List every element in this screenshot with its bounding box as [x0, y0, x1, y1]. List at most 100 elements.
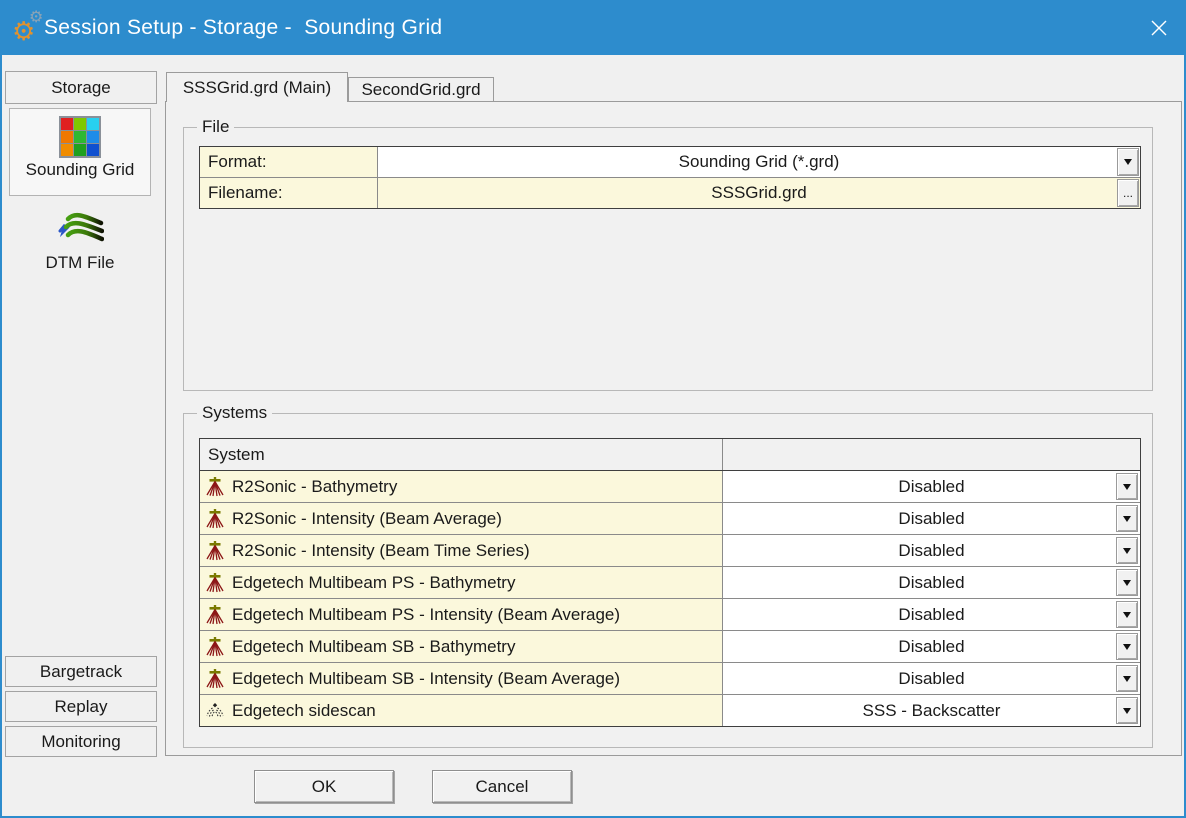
- filename-field[interactable]: SSSGrid.grd ...: [378, 178, 1140, 208]
- storage-section-label: Storage: [51, 78, 111, 98]
- system-name: Edgetech Multibeam SB - Intensity (Beam …: [232, 669, 620, 689]
- table-row: R2Sonic - Intensity (Beam Time Series) D…: [200, 534, 1140, 566]
- format-value: Sounding Grid (*.grd): [679, 152, 840, 172]
- window-title: Session Setup - Storage - Sounding Grid: [44, 0, 442, 55]
- chevron-down-icon: [1123, 516, 1131, 522]
- tab-secondgrid[interactable]: SecondGrid.grd: [348, 77, 494, 102]
- chevron-down-icon: [1123, 612, 1131, 618]
- system-mode-value: Disabled: [898, 573, 964, 593]
- monitoring-label: Monitoring: [41, 732, 120, 752]
- chevron-down-icon: [1123, 708, 1131, 714]
- multibeam-icon: [205, 604, 225, 625]
- table-row: R2Sonic - Intensity (Beam Average) Disab…: [200, 502, 1140, 534]
- format-select[interactable]: Sounding Grid (*.grd): [378, 147, 1140, 177]
- system-mode-select[interactable]: Disabled: [723, 631, 1140, 662]
- multibeam-icon: [205, 572, 225, 593]
- tab-label: SSSGrid.grd (Main): [183, 78, 331, 98]
- close-button[interactable]: [1144, 13, 1174, 43]
- file-table: Format: Sounding Grid (*.grd) Filename: …: [199, 146, 1141, 209]
- filename-value: SSSGrid.grd: [711, 183, 806, 203]
- filename-label: Filename:: [200, 178, 378, 208]
- dropdown-button[interactable]: [1116, 569, 1138, 596]
- sidebar-item-label: DTM File: [9, 253, 151, 273]
- chevron-down-icon: [1123, 676, 1131, 682]
- sounding-grid-icon: [59, 116, 101, 158]
- sidebar-button-monitoring[interactable]: Monitoring: [5, 726, 157, 757]
- system-cell: R2Sonic - Intensity (Beam Time Series): [200, 535, 723, 566]
- dropdown-button[interactable]: [1116, 537, 1138, 564]
- system-column-header: System: [200, 439, 723, 470]
- system-cell: Edgetech Multibeam SB - Intensity (Beam …: [200, 663, 723, 694]
- multibeam-icon: [205, 540, 225, 561]
- file-group-title: File: [197, 117, 234, 137]
- system-cell: Edgetech Multibeam SB - Bathymetry: [200, 631, 723, 662]
- table-row: Edgetech Multibeam SB - Intensity (Beam …: [200, 662, 1140, 694]
- filename-row: Filename: SSSGrid.grd ...: [200, 177, 1140, 208]
- system-cell: R2Sonic - Bathymetry: [200, 471, 723, 502]
- close-icon: [1150, 19, 1168, 37]
- multibeam-icon: [205, 508, 225, 529]
- system-mode-select[interactable]: Disabled: [723, 663, 1140, 694]
- system-name: R2Sonic - Intensity (Beam Time Series): [232, 541, 530, 561]
- chevron-down-icon: [1123, 580, 1131, 586]
- system-cell: Edgetech sidescan: [200, 695, 723, 726]
- system-mode-value: Disabled: [898, 509, 964, 529]
- format-row: Format: Sounding Grid (*.grd): [200, 147, 1140, 177]
- system-mode-value: Disabled: [898, 605, 964, 625]
- sidescan-icon: [205, 700, 225, 721]
- table-row: Edgetech Multibeam SB - Bathymetry Disab…: [200, 630, 1140, 662]
- tab-sssgrid-main[interactable]: SSSGrid.grd (Main): [166, 72, 348, 102]
- titlebar: ⚙ ⚙ Session Setup - Storage - Sounding G…: [0, 0, 1186, 55]
- system-mode-select[interactable]: Disabled: [723, 599, 1140, 630]
- value-column-header: [723, 439, 1140, 470]
- chevron-down-icon: [1124, 159, 1132, 165]
- system-name: Edgetech Multibeam PS - Bathymetry: [232, 573, 515, 593]
- sidebar-section-storage[interactable]: Storage: [5, 71, 157, 104]
- table-row: Edgetech Multibeam PS - Intensity (Beam …: [200, 598, 1140, 630]
- bargetrack-label: Bargetrack: [40, 662, 122, 682]
- format-dropdown-button[interactable]: [1117, 148, 1139, 176]
- dropdown-button[interactable]: [1116, 665, 1138, 692]
- system-mode-value: SSS - Backscatter: [863, 701, 1001, 721]
- system-mode-select[interactable]: SSS - Backscatter: [723, 695, 1140, 726]
- dropdown-button[interactable]: [1116, 473, 1138, 500]
- dropdown-button[interactable]: [1116, 505, 1138, 532]
- chevron-down-icon: [1123, 484, 1131, 490]
- sidebar-button-replay[interactable]: Replay: [5, 691, 157, 722]
- browse-button[interactable]: ...: [1117, 179, 1139, 207]
- dropdown-button[interactable]: [1116, 601, 1138, 628]
- system-cell: Edgetech Multibeam PS - Bathymetry: [200, 567, 723, 598]
- ok-label: OK: [312, 777, 337, 797]
- table-row: Edgetech Multibeam PS - Bathymetry Disab…: [200, 566, 1140, 598]
- multibeam-icon: [205, 668, 225, 689]
- sidebar-button-bargetrack[interactable]: Bargetrack: [5, 656, 157, 687]
- dtm-file-icon: [56, 209, 104, 251]
- multibeam-icon: [205, 636, 225, 657]
- system-name: Edgetech sidescan: [232, 701, 376, 721]
- systems-table: System R2Sonic - Bathymetry Disabled R2S…: [199, 438, 1141, 727]
- system-mode-select[interactable]: Disabled: [723, 503, 1140, 534]
- dropdown-button[interactable]: [1116, 697, 1138, 724]
- sidebar-item-sounding-grid[interactable]: Sounding Grid: [9, 108, 151, 196]
- session-setup-dialog: ⚙ ⚙ Session Setup - Storage - Sounding G…: [0, 0, 1186, 818]
- cancel-button[interactable]: Cancel: [432, 770, 572, 803]
- sidebar-item-dtm-file[interactable]: DTM File: [9, 202, 151, 286]
- ok-button[interactable]: OK: [254, 770, 394, 803]
- system-mode-value: Disabled: [898, 477, 964, 497]
- system-mode-select[interactable]: Disabled: [723, 471, 1140, 502]
- system-name: R2Sonic - Bathymetry: [232, 477, 397, 497]
- tab-label: SecondGrid.grd: [361, 80, 480, 100]
- system-name: Edgetech Multibeam PS - Intensity (Beam …: [232, 605, 620, 625]
- system-cell: R2Sonic - Intensity (Beam Average): [200, 503, 723, 534]
- replay-label: Replay: [55, 697, 108, 717]
- dropdown-button[interactable]: [1116, 633, 1138, 660]
- sidebar-item-label: Sounding Grid: [10, 160, 150, 180]
- system-mode-select[interactable]: Disabled: [723, 567, 1140, 598]
- format-label: Format:: [200, 147, 378, 177]
- systems-group-title: Systems: [197, 403, 272, 423]
- gears-icon: ⚙ ⚙: [12, 8, 46, 48]
- system-mode-select[interactable]: Disabled: [723, 535, 1140, 566]
- table-row: Edgetech sidescan SSS - Backscatter: [200, 694, 1140, 726]
- systems-table-header: System: [200, 439, 1140, 471]
- chevron-down-icon: [1123, 644, 1131, 650]
